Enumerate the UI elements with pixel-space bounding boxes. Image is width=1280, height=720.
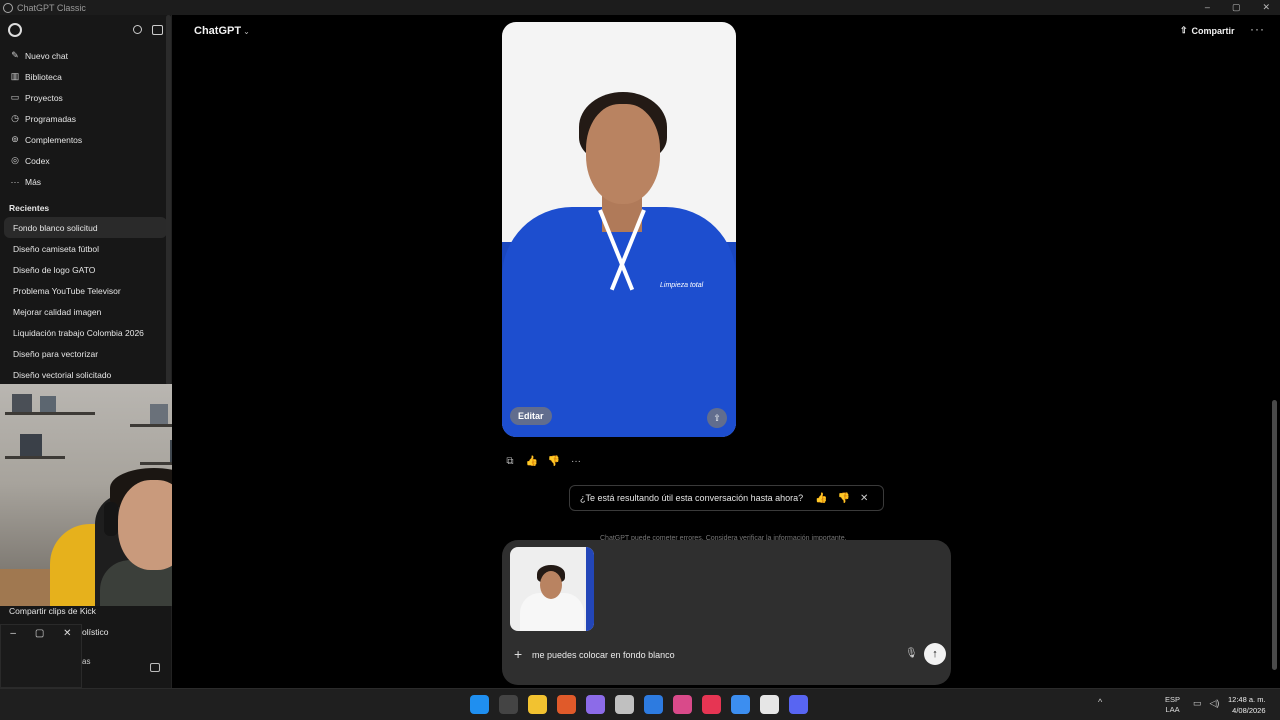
sidebar-recent-partial-2[interactable]: olístico	[82, 627, 108, 637]
maximize-button[interactable]: ▢	[1232, 0, 1241, 15]
share-label: Compartir	[1191, 25, 1235, 36]
recent-chat-item[interactable]: Mejorar calidad imagen	[4, 301, 167, 322]
taskbar-app-icon[interactable]	[557, 695, 576, 714]
feedback-prompt: ¿Te está resultando útil esta conversaci…	[569, 485, 884, 511]
edit-icon: ✎	[11, 50, 19, 60]
sidebar-nav-label: Más	[25, 176, 42, 187]
sidebar-nav-label: Programadas	[25, 113, 77, 124]
sidebar-partial-text: as	[82, 657, 91, 666]
recents-heading: Recientes	[9, 203, 50, 213]
minimize-button[interactable]: –	[1205, 0, 1210, 15]
sidebar-nav-item[interactable]: ▭ Proyectos	[0, 87, 171, 108]
recent-chat-item[interactable]: Diseño camiseta fútbol	[4, 238, 167, 259]
recent-chat-item[interactable]: Diseño vectorial solicitado	[4, 364, 167, 385]
prompt-input[interactable]	[532, 650, 892, 660]
tray-overflow-icon[interactable]: ^	[1098, 697, 1102, 707]
plugin-icon: ⊚	[11, 134, 19, 144]
mini-close-button[interactable]: ✕	[63, 628, 71, 639]
share-button[interactable]: ⇧ Compartir	[1180, 25, 1235, 36]
taskbar-app-icon[interactable]	[702, 695, 721, 714]
recent-chat-item[interactable]: Fondo blanco solicitud	[4, 217, 167, 238]
clock-date: 4/08/2026	[1232, 706, 1266, 715]
sidebar-nav-item[interactable]: ··· Más	[0, 171, 171, 192]
recent-chat-item[interactable]: Problema YouTube Televisor	[4, 280, 167, 301]
sidebar-nav-label: Complementos	[25, 134, 83, 145]
main-panel: ChatGPT ⌄ ⇧ Compartir ··· Limpieza total …	[172, 15, 1280, 688]
sidebar-nav-item[interactable]: ◎ Codex	[0, 150, 171, 171]
model-name: ChatGPT	[194, 25, 242, 37]
sidebar-nav-item[interactable]: ◷ Programadas	[0, 108, 171, 129]
language-indicator[interactable]: ESP LAA	[1165, 695, 1180, 715]
taskbar-app-icon[interactable]	[789, 695, 808, 714]
mini-minimize-button[interactable]: –	[10, 628, 16, 639]
recent-chat-item[interactable]: Liquidación trabajo Colombia 2026	[4, 322, 167, 343]
keyboard-layout: LAA	[1165, 705, 1180, 714]
thumbs-up-icon[interactable]: 👍	[526, 455, 538, 467]
send-button[interactable]: ↑	[924, 643, 946, 665]
toggle-sidebar-icon[interactable]	[152, 25, 163, 35]
codex-icon: ◎	[11, 155, 19, 165]
sidebar-bottom-icon[interactable]	[150, 663, 160, 672]
taskbar-app-icon[interactable]	[499, 695, 518, 714]
composer: + 🎙 ↑	[502, 540, 951, 685]
system-clock[interactable]: 12:48 a. m. 4/08/2026	[1228, 694, 1266, 716]
clock-time: 12:48 a. m.	[1228, 695, 1266, 704]
search-icon[interactable]	[133, 25, 142, 34]
sidebar-nav-item[interactable]: ✎ Nuevo chat	[0, 45, 171, 66]
more-options-icon[interactable]: ···	[1250, 22, 1265, 36]
network-icon[interactable]: ▭	[1193, 698, 1202, 709]
taskbar-app-icon[interactable]	[470, 695, 489, 714]
volume-icon[interactable]: ◁)	[1210, 698, 1220, 709]
main-scrollbar[interactable]	[1272, 400, 1277, 670]
taskbar-app-icon[interactable]	[673, 695, 692, 714]
edit-image-button[interactable]: Editar	[510, 407, 552, 425]
clock-icon: ◷	[11, 113, 19, 123]
taskbar-app-icon[interactable]	[586, 695, 605, 714]
sidebar-nav-item[interactable]: ⊚ Complementos	[0, 129, 171, 150]
sidebar-nav-label: Proyectos	[25, 92, 63, 103]
window-titlebar: ChatGPT Classic – ▢ ✕	[0, 0, 1280, 15]
sidebar-nav-item[interactable]: ▥ Biblioteca	[0, 66, 171, 87]
copy-icon[interactable]: ⧉	[504, 455, 516, 467]
sidebar-nav-label: Nuevo chat	[25, 50, 68, 61]
close-button[interactable]: ✕	[1262, 0, 1270, 15]
taskbar-app-icon[interactable]	[731, 695, 750, 714]
sidebar-recent-partial[interactable]: Compartir clips de Kick	[9, 606, 96, 616]
recent-chat-item[interactable]: Diseño de logo GATO	[4, 259, 167, 280]
taskbar-app-icon[interactable]	[615, 695, 634, 714]
message-actions: ⧉ 👍 👎 ···	[504, 455, 582, 467]
sidebar-nav-label: Codex	[25, 155, 50, 166]
sidebar-scrollbar[interactable]	[166, 15, 171, 385]
feedback-close-icon[interactable]: ✕	[860, 493, 868, 504]
mini-maximize-button[interactable]: ▢	[35, 628, 44, 639]
library-icon: ▥	[10, 71, 20, 81]
taskbar-app-icon[interactable]	[760, 695, 779, 714]
uniform-logo: Limpieza total	[660, 282, 704, 289]
windows-taskbar: ^ ESP LAA ▭ ◁) 12:48 a. m. 4/08/2026	[0, 688, 1280, 720]
floating-mini-window: – ▢ ✕	[0, 624, 82, 688]
share-image-icon[interactable]: ⇧	[707, 408, 727, 428]
window-title: ChatGPT Classic	[17, 2, 86, 13]
taskbar-app-icon[interactable]	[644, 695, 663, 714]
more-actions-icon[interactable]: ···	[570, 455, 582, 467]
generated-image[interactable]: Limpieza total Editar ⇧	[502, 22, 736, 437]
thumbs-down-icon[interactable]: 👎	[548, 455, 560, 467]
share-icon: ⇧	[1180, 25, 1188, 35]
feedback-thumbs-up-icon[interactable]: 👍	[815, 493, 827, 504]
feedback-thumbs-down-icon[interactable]: 👎	[838, 493, 850, 504]
attached-image-thumbnail[interactable]	[510, 547, 594, 631]
feedback-question: ¿Te está resultando útil esta conversaci…	[580, 493, 804, 503]
chevron-down-icon: ⌄	[243, 27, 250, 36]
add-attachment-icon[interactable]: +	[514, 646, 522, 662]
folder-icon: ▭	[10, 92, 20, 102]
openai-logo-icon[interactable]	[8, 23, 22, 37]
sidebar-nav-label: Biblioteca	[25, 71, 62, 82]
microphone-icon[interactable]: 🎙	[905, 648, 918, 659]
language-code: ESP	[1165, 695, 1181, 704]
chatgpt-logo-icon	[3, 2, 13, 13]
taskbar-app-icon[interactable]	[528, 695, 547, 714]
more-icon: ···	[10, 176, 20, 187]
recent-chat-item[interactable]: Diseño para vectorizar	[4, 343, 167, 364]
model-selector[interactable]: ChatGPT ⌄	[194, 25, 250, 37]
